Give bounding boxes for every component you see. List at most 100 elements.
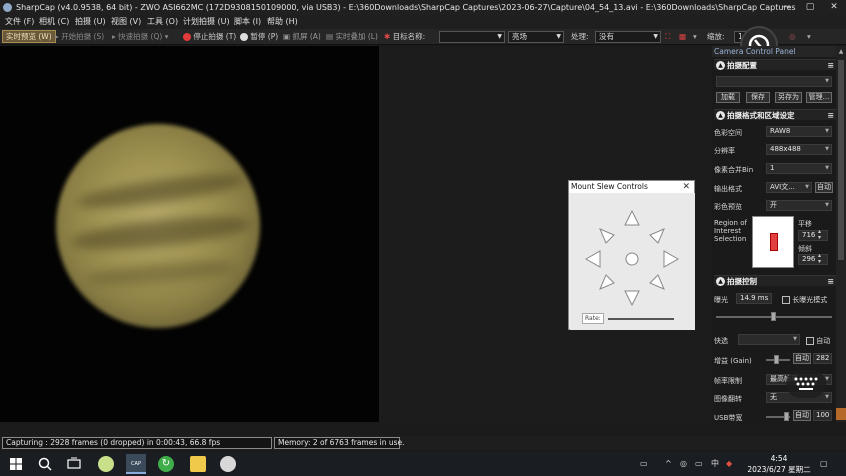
tray-display-icon[interactable]: ▭: [695, 452, 703, 476]
tray-expand-icon[interactable]: ^: [665, 452, 672, 476]
flag-icon[interactable]: [836, 408, 846, 420]
stop-capture-button[interactable]: 停止拍摄 (T): [183, 29, 236, 45]
grid-icon[interactable]: ▩: [679, 29, 686, 45]
quick-select[interactable]: ▼: [738, 334, 800, 345]
gain-input[interactable]: 282: [813, 353, 832, 364]
refresh-app-icon[interactable]: ↻: [158, 456, 174, 472]
tray-app-icon[interactable]: ◆: [726, 452, 732, 476]
roi-box[interactable]: [770, 233, 778, 251]
chevron-down-icon[interactable]: ▾: [807, 29, 811, 45]
scrollbar-thumb[interactable]: [838, 60, 844, 260]
menu-help[interactable]: 帮助 (H): [267, 15, 298, 29]
output-auto-button[interactable]: 自动: [815, 182, 833, 193]
pan-input[interactable]: 716: [798, 230, 828, 241]
menu-capture[interactable]: 拍摄 (U): [75, 15, 106, 29]
collapse-icon[interactable]: ▲: [716, 61, 725, 70]
start-capture-button[interactable]: ▸ 开始拍摄 (S): [55, 29, 104, 45]
frame-type-select[interactable]: 亮场 ▼: [508, 31, 564, 43]
menu-camera[interactable]: 相机 (C): [39, 15, 69, 29]
arrow-down-right-icon[interactable]: [649, 274, 665, 290]
output-format-select[interactable]: AVI文... ▼: [766, 182, 812, 193]
windows-start-icon[interactable]: [8, 456, 24, 472]
search-icon[interactable]: [37, 456, 53, 472]
collapse-icon[interactable]: ▲: [716, 111, 725, 120]
exposure-auto-checkbox[interactable]: 自动: [806, 336, 830, 346]
save-as-button[interactable]: 另存为: [775, 92, 802, 103]
menu-sequencer[interactable]: 计划拍摄 (U): [183, 15, 230, 29]
reticle-icon[interactable]: ◎: [789, 29, 796, 45]
menu-scripting[interactable]: 脚本 (I): [234, 15, 261, 29]
sharpcap-taskbar-icon[interactable]: CAP: [126, 454, 146, 474]
color-space-select[interactable]: RAW8 ▼: [766, 126, 832, 137]
keyboard-overlay-button[interactable]: [786, 370, 826, 398]
arrow-up-left-icon[interactable]: [599, 228, 615, 244]
minimize-button[interactable]: —: [774, 0, 798, 15]
pause-button[interactable]: 暂停 (P): [240, 29, 278, 45]
tilt-input[interactable]: 296: [798, 254, 828, 265]
clock[interactable]: 4:54 2023/6/27 星期二: [744, 452, 814, 476]
scroll-up-icon[interactable]: ▲: [837, 48, 845, 56]
panel-scrollbar[interactable]: ▲: [836, 46, 846, 422]
arrow-down-left-icon[interactable]: [599, 274, 615, 290]
collapse-icon[interactable]: ▲: [716, 277, 725, 286]
usb-input[interactable]: 100: [813, 410, 832, 421]
chevron-down-icon[interactable]: ▾: [693, 29, 697, 45]
camera-preview[interactable]: [0, 46, 379, 422]
ime-indicator[interactable]: 中: [711, 452, 719, 476]
manage-button[interactable]: 管理...: [806, 92, 832, 103]
crop-icon[interactable]: ⛶: [665, 29, 670, 45]
arrow-down-icon[interactable]: [624, 290, 640, 307]
tilt-label: 倾斜: [798, 245, 812, 253]
tilt-stepper-icon[interactable]: ▴ ▾: [818, 253, 821, 265]
menu-icon[interactable]: ≡: [827, 276, 834, 287]
arrow-right-icon[interactable]: [663, 250, 680, 268]
gain-slider-handle[interactable]: [774, 355, 779, 364]
save-button[interactable]: 保存: [746, 92, 770, 103]
exposure-slider-handle[interactable]: [771, 312, 776, 321]
section-camera-controls[interactable]: ▲ 拍摄控制 ≡: [714, 275, 836, 286]
stop-slew-icon[interactable]: [625, 252, 639, 266]
processing-select[interactable]: 没有 ▼: [595, 31, 661, 43]
checkbox-icon[interactable]: [806, 337, 814, 345]
quick-capture-button[interactable]: ▸ 快速拍摄 (Q) ▾: [112, 29, 168, 45]
load-button[interactable]: 加载: [716, 92, 740, 103]
arrow-up-right-icon[interactable]: [649, 228, 665, 244]
file-explorer-icon[interactable]: [190, 456, 206, 472]
close-window-button[interactable]: ✕: [822, 0, 846, 15]
profile-select[interactable]: ▼: [716, 76, 832, 87]
menu-icon[interactable]: ≡: [827, 110, 834, 121]
task-view-icon[interactable]: [66, 456, 82, 472]
snapshot-button[interactable]: ▣ 抓屏 (A): [283, 29, 321, 45]
menu-icon[interactable]: ≡: [827, 60, 834, 71]
long-exposure-checkbox[interactable]: 长曝光模式: [782, 295, 827, 305]
resolution-select[interactable]: 488x488 ▼: [766, 144, 832, 155]
binning-select[interactable]: 1 ▼: [766, 163, 832, 174]
exposure-input[interactable]: 14.9 ms: [736, 293, 772, 304]
menu-file[interactable]: 文件 (F): [5, 15, 34, 29]
target-name-select[interactable]: ▼: [439, 31, 505, 43]
section-format-roi[interactable]: ▲ 拍摄格式和区域设定 ≡: [714, 109, 836, 120]
quick-capture-label: 快速拍摄 (Q): [118, 32, 163, 41]
arrow-up-icon[interactable]: [624, 209, 640, 226]
menu-view[interactable]: 视图 (V): [111, 15, 141, 29]
color-preview-select[interactable]: 开 ▼: [766, 200, 832, 211]
gain-auto-button[interactable]: 自动: [793, 353, 811, 364]
tray-keyboard-icon[interactable]: ▭: [640, 452, 648, 476]
maximize-button[interactable]: ▢: [798, 0, 822, 15]
tray-network-icon[interactable]: ◎: [680, 452, 687, 476]
roi-selector[interactable]: [752, 216, 794, 268]
live-view-button[interactable]: 实时预览 (W): [2, 30, 56, 43]
browser-icon[interactable]: [98, 456, 114, 472]
section-capture-profiles[interactable]: ▲ 拍摄配置 ≡: [714, 59, 836, 70]
arrow-left-icon[interactable]: [584, 250, 601, 268]
live-stack-button[interactable]: ▤ 实时叠加 (L): [326, 29, 378, 45]
checkbox-icon[interactable]: [782, 296, 790, 304]
notification-icon[interactable]: ▢: [820, 452, 828, 476]
slew-close-button[interactable]: ✕: [682, 181, 690, 193]
pan-stepper-icon[interactable]: ▴ ▾: [818, 229, 821, 241]
menu-tools[interactable]: 工具 (O): [147, 15, 178, 29]
usb-auto-button[interactable]: 自动: [793, 410, 811, 421]
app-icon-generic[interactable]: [220, 456, 236, 472]
chevron-down-icon: ▼: [793, 336, 797, 342]
usb-slider-handle[interactable]: [784, 412, 789, 421]
